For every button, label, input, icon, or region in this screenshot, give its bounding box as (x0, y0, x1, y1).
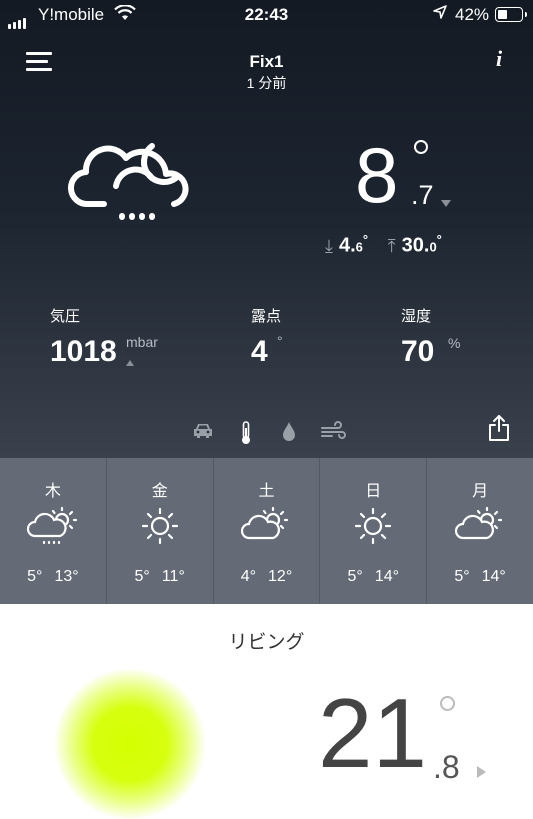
forecast-day[interactable]: 金 5° 11° (107, 458, 214, 604)
clock: 22:43 (244, 5, 289, 24)
pressure-value: 1018 (50, 335, 117, 368)
outdoor-temperature-decimal: .7 (411, 180, 434, 210)
min-max-temperature: ⤓ 4.6° ⤒ 30.0° (325, 232, 442, 258)
forecast-high: 11° (161, 568, 185, 585)
forecast-weekday: 土 (258, 483, 275, 500)
pressure-unit: mbar (126, 334, 158, 350)
max-temp-decimal: 0 (429, 239, 437, 255)
station-name[interactable]: Fix1 (0, 52, 533, 72)
forecast-temps: 5° 14° (427, 568, 533, 586)
forecast-temps: 5° 11° (107, 568, 213, 586)
dewpoint-unit: ° (277, 333, 283, 349)
room-name: リビング (228, 632, 305, 653)
degree-symbol (414, 140, 428, 154)
min-arrow-icon: ⤓ (325, 235, 333, 256)
max-temp: 30. (401, 234, 430, 257)
current-weather-panel: Y!mobile 22:43 42% Fix1 1 分前 i 8 .7 ⤓ 4.6… (0, 0, 533, 458)
dewpoint-value: 4 (251, 335, 268, 368)
forecast-day[interactable]: 日 5° 14° (320, 458, 428, 604)
forecast-weekday: 日 (365, 483, 382, 500)
max-deg: ° (436, 232, 442, 247)
location-arrow-icon (433, 5, 447, 23)
forecast-low: 4° (240, 568, 257, 585)
degree-symbol (440, 696, 455, 711)
forecast-weekday: 木 (44, 483, 61, 500)
rain-drop-icon[interactable] (281, 420, 297, 447)
cloudy-rain-icon (0, 506, 106, 554)
forecast-day[interactable]: 土 4° 12° (214, 458, 321, 604)
forecast-weekday: 月 (472, 483, 489, 500)
pressure-label: 気圧 (50, 308, 81, 325)
forecast-temps: 5° 14° (320, 568, 426, 586)
forecast-high: 14° (374, 568, 400, 585)
forecast-low: 5° (134, 568, 150, 585)
air-quality-indicator (55, 669, 205, 819)
max-arrow-icon: ⤒ (387, 235, 396, 256)
min-deg: ° (362, 232, 369, 247)
forecast-high: 12° (268, 568, 293, 585)
min-temp-decimal: 6 (355, 239, 363, 255)
dewpoint-stat: 露点 4 ° (251, 305, 283, 368)
thermometer-icon[interactable] (238, 420, 254, 451)
car-icon[interactable] (192, 420, 214, 447)
humidity-label: 湿度 (401, 308, 432, 325)
outdoor-temperature: 8 (355, 131, 399, 219)
forecast-high: 14° (481, 568, 506, 585)
forecast-temps: 5° 13° (0, 568, 106, 586)
info-icon[interactable]: i (496, 46, 502, 72)
last-updated: 1 分前 (246, 75, 287, 91)
forecast-low: 5° (27, 568, 43, 585)
forecast-day[interactable]: 木 5° 13° (0, 458, 107, 604)
cloudy-rain-night-icon (66, 134, 202, 231)
share-icon[interactable] (487, 414, 511, 447)
forecast-high: 13° (54, 568, 79, 585)
daily-forecast: 木 5° 13° 金 5° 11° 土 4° 12° 日 5° 14° 月 5°… (0, 458, 533, 604)
sun-icon (107, 506, 213, 554)
partly-cloudy-icon (214, 506, 320, 554)
pressure-trend-up-icon (126, 360, 134, 366)
humidity-unit: % (448, 335, 461, 351)
status-bar: Y!mobile 22:43 42% (0, 0, 533, 30)
forecast-temps: 4° 12° (214, 568, 320, 586)
partly-cloudy-icon (427, 506, 533, 554)
humidity-value: 70 (401, 335, 435, 368)
indoor-temperature-decimal: .8 (433, 749, 460, 785)
sun-icon (320, 506, 426, 554)
temperature-trend-down-icon (441, 200, 451, 207)
forecast-low: 5° (347, 568, 363, 585)
humidity-stat: 湿度 70 % (401, 305, 460, 368)
battery-percent: 42% (455, 5, 490, 24)
battery-icon (495, 7, 527, 22)
temperature-trend-stable-icon (477, 766, 486, 778)
wind-icon[interactable] (320, 420, 348, 447)
pressure-stat: 気圧 1018 mbar (50, 305, 158, 368)
forecast-low: 5° (454, 568, 470, 585)
forecast-weekday: 金 (151, 483, 168, 500)
dewpoint-label: 露点 (251, 308, 282, 325)
forecast-day[interactable]: 月 5° 14° (427, 458, 533, 604)
indoor-module-panel[interactable]: リビング 21 .8 (0, 604, 533, 819)
min-temp: 4. (338, 234, 356, 257)
indoor-temperature: 21 (318, 678, 428, 788)
